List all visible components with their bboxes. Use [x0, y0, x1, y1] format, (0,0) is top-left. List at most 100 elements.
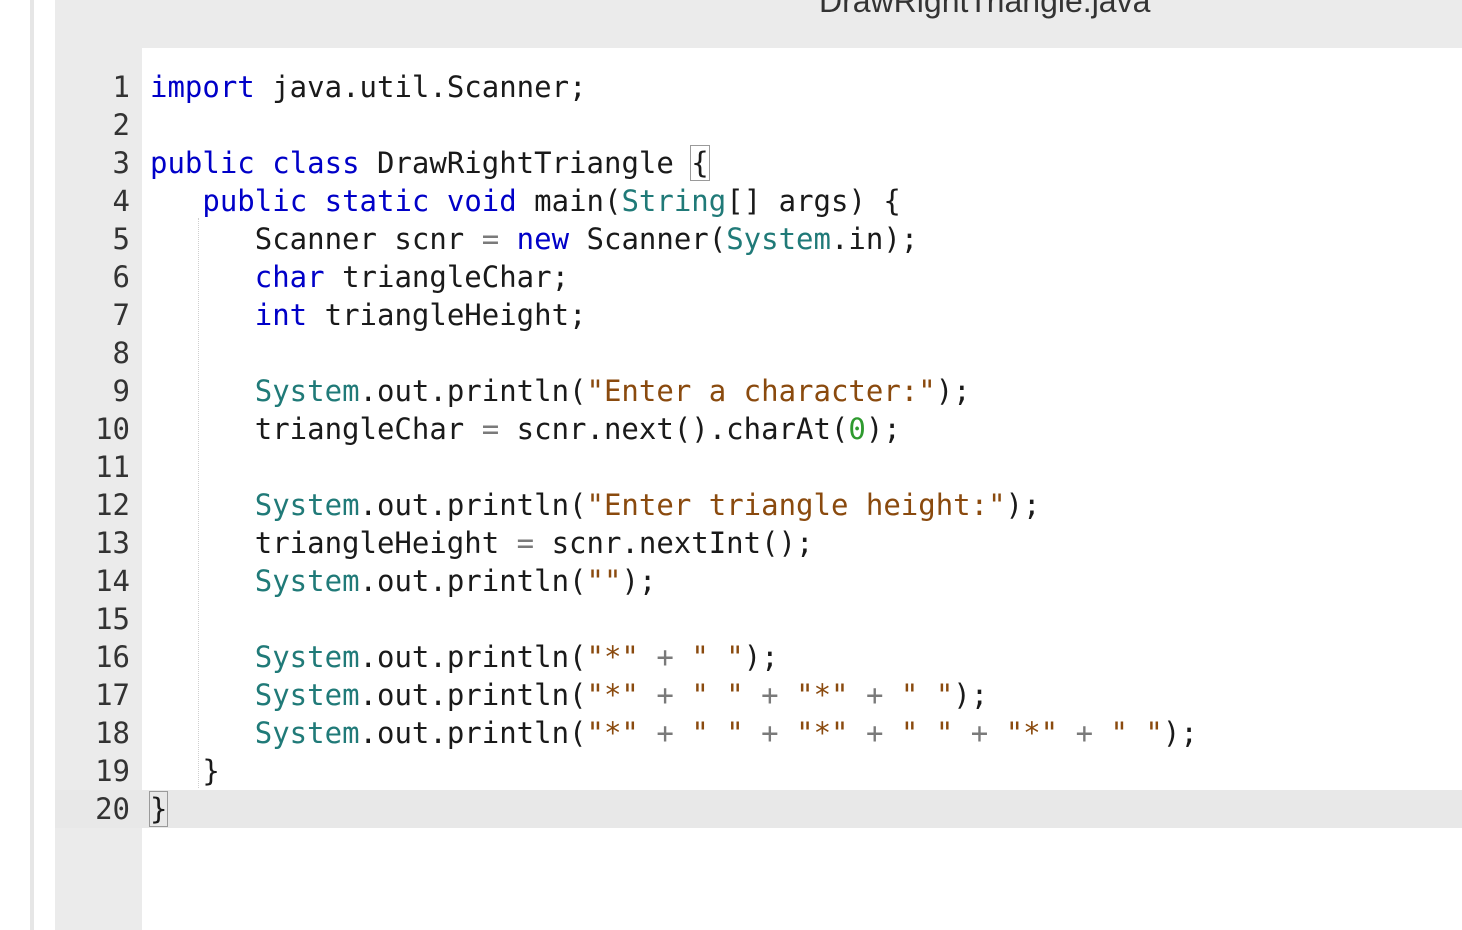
code-token: triangleHeight;	[307, 298, 587, 332]
string-token: " "	[1110, 716, 1163, 750]
code-line[interactable]: 6 char triangleChar;	[55, 258, 1462, 296]
type-token: System	[254, 640, 360, 674]
line-number: 20	[95, 792, 130, 826]
line-text[interactable]: triangleHeight = scnr.nextInt();	[150, 524, 814, 562]
line-number: 15	[95, 602, 130, 636]
code-line[interactable]: 8	[55, 334, 1462, 372]
type-token: System	[254, 374, 360, 408]
code-line[interactable]: 17 System.out.println("*" + " " + "*" + …	[55, 676, 1462, 714]
string-token: " "	[691, 640, 744, 674]
line-text[interactable]: import java.util.Scanner;	[150, 68, 587, 106]
code-token: main(	[516, 184, 622, 218]
string-token: " "	[900, 678, 954, 712]
line-text[interactable]: triangleChar = scnr.next().charAt(0);	[150, 410, 901, 448]
line-number: 19	[95, 754, 130, 788]
code-token: );	[953, 678, 989, 712]
code-token: .out.println(	[359, 640, 587, 674]
string-token: " "	[691, 716, 744, 750]
line-text[interactable]: public class DrawRightTriangle {	[150, 144, 710, 182]
line-text[interactable]: public static void main(String[] args) {	[150, 182, 900, 220]
line-number: 8	[112, 336, 130, 370]
keyword-token: public	[202, 184, 308, 218]
operator-token: +	[656, 678, 674, 712]
code-line[interactable]: 1 import java.util.Scanner;	[55, 68, 1462, 106]
type-token: System	[254, 488, 360, 522]
line-text[interactable]: System.out.println("Enter a character:")…	[150, 372, 971, 410]
line-number: 13	[95, 526, 130, 560]
code-editor[interactable]: DrawRightTriangle.java 1 import java.util…	[55, 0, 1462, 930]
left-panel-edge	[0, 0, 30, 930]
keyword-token: static	[324, 184, 430, 218]
line-text[interactable]: }	[148, 790, 169, 828]
line-text[interactable]: System.out.println("*" + " " + "*" + " "…	[150, 676, 988, 714]
line-number: 7	[112, 298, 130, 332]
operator-token: +	[1075, 716, 1094, 750]
line-text[interactable]: Scanner scnr = new Scanner(System.in);	[150, 220, 919, 258]
code-token: triangleChar	[150, 412, 482, 446]
type-token: String	[621, 184, 727, 218]
operator-token: =	[516, 526, 535, 560]
code-token: );	[1162, 716, 1198, 750]
operator-token: +	[656, 716, 674, 750]
code-line[interactable]: 13 triangleHeight = scnr.nextInt();	[55, 524, 1462, 562]
code-line[interactable]: 4 public static void main(String[] args)…	[55, 182, 1462, 220]
string-token: "*"	[586, 678, 639, 712]
line-text[interactable]: int triangleHeight;	[150, 296, 587, 334]
code-line[interactable]: 2	[55, 106, 1462, 144]
operator-token: +	[865, 678, 884, 712]
code-token: triangleHeight	[150, 526, 517, 560]
line-text[interactable]: System.out.println("Enter triangle heigh…	[150, 486, 1041, 524]
operator-token: =	[481, 222, 500, 256]
code-line[interactable]: 5 Scanner scnr = new Scanner(System.in);	[55, 220, 1462, 258]
code-line[interactable]: 3 public class DrawRightTriangle {	[55, 144, 1462, 182]
line-number: 9	[112, 374, 130, 408]
keyword-token: class	[272, 146, 360, 180]
code-line[interactable]: 15	[55, 600, 1462, 638]
code-token: Scanner(	[569, 222, 727, 256]
line-number: 11	[95, 450, 130, 484]
line-text[interactable]: System.out.println("*" + " " + "*" + " "…	[150, 714, 1198, 752]
line-text[interactable]: System.out.println("*" + " ");	[150, 638, 779, 676]
code-line[interactable]: 20}	[55, 790, 1462, 828]
line-number: 12	[95, 488, 130, 522]
line-text[interactable]: char triangleChar;	[150, 258, 569, 296]
code-line[interactable]: 12 System.out.println("Enter triangle he…	[55, 486, 1462, 524]
code-line[interactable]: 14 System.out.println("");	[55, 562, 1462, 600]
line-text[interactable]: }	[150, 752, 219, 790]
code-token: );	[743, 640, 779, 674]
keyword-token: int	[254, 298, 308, 332]
file-title[interactable]: DrawRightTriangle.java	[819, 0, 1150, 20]
code-line[interactable]: 9 System.out.println("Enter a character:…	[55, 372, 1462, 410]
operator-token: =	[481, 412, 500, 446]
code-line[interactable]: 7 int triangleHeight;	[55, 296, 1462, 334]
code-line[interactable]: 19 }	[55, 752, 1462, 790]
code-line[interactable]: 11	[55, 448, 1462, 486]
code-line[interactable]: 18 System.out.println("*" + " " + "*" + …	[55, 714, 1462, 752]
code-area[interactable]: 1 import java.util.Scanner; 2 3 public class…	[55, 68, 1462, 828]
string-token: " "	[900, 716, 954, 750]
code-line[interactable]: 10 triangleChar = scnr.next().charAt(0);	[55, 410, 1462, 448]
string-token: "*"	[796, 716, 849, 750]
code-token: triangleChar;	[324, 260, 570, 294]
code-line[interactable]: 16 System.out.println("*" + " ");	[55, 638, 1462, 676]
string-token: "*"	[586, 716, 639, 750]
line-text[interactable]: System.out.println("");	[150, 562, 657, 600]
line-number: 18	[95, 716, 130, 750]
line-number: 3	[112, 146, 130, 180]
